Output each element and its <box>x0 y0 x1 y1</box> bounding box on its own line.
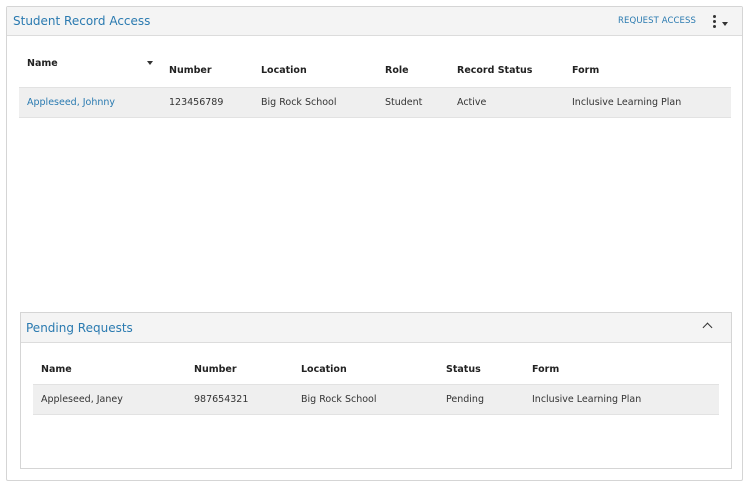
table-row: Appleseed, Janey 987654321 Big Rock Scho… <box>33 384 719 415</box>
pending-requests-title: Pending Requests <box>26 321 133 335</box>
request-form: Inclusive Learning Plan <box>524 384 719 415</box>
student-number: 123456789 <box>161 87 253 118</box>
table-row: Appleseed, Johnny 123456789 Big Rock Sch… <box>19 87 731 118</box>
record-status: Active <box>449 87 564 118</box>
chevron-up-icon[interactable] <box>702 322 713 333</box>
column-header-status[interactable]: Status <box>438 355 524 385</box>
request-name: Appleseed, Janey <box>33 384 186 415</box>
kebab-dot-icon <box>713 25 716 28</box>
column-header-name[interactable]: Name <box>19 50 161 88</box>
column-header-record-status[interactable]: Record Status <box>449 50 564 88</box>
column-header-form[interactable]: Form <box>564 50 731 88</box>
request-number: 987654321 <box>186 384 293 415</box>
panel-title: Student Record Access <box>13 14 151 28</box>
request-location: Big Rock School <box>293 384 438 415</box>
column-header-location[interactable]: Location <box>253 50 377 88</box>
student-role: Student <box>377 87 449 118</box>
table-header-row: Name Number Location Role Record Status … <box>19 50 731 88</box>
kebab-dot-icon <box>713 20 716 23</box>
chevron-down-icon <box>722 22 728 26</box>
pending-requests-table: Name Number Location Status Form Applese… <box>33 355 719 415</box>
pending-requests-panel: Pending Requests Name Number Location St… <box>20 312 732 469</box>
column-header-name[interactable]: Name <box>33 355 186 385</box>
more-options-button[interactable] <box>710 14 732 30</box>
kebab-dot-icon <box>713 15 716 18</box>
panel-header: Student Record Access REQUEST ACCESS <box>7 7 742 36</box>
column-header-label: Name <box>27 58 58 69</box>
student-name-link[interactable]: Appleseed, Johnny <box>27 97 115 108</box>
column-header-form[interactable]: Form <box>524 355 719 385</box>
student-location: Big Rock School <box>253 87 377 118</box>
sort-down-icon[interactable] <box>147 61 153 65</box>
request-access-button[interactable]: REQUEST ACCESS <box>618 16 696 26</box>
request-status: Pending <box>438 384 524 415</box>
column-header-number[interactable]: Number <box>186 355 293 385</box>
column-header-number[interactable]: Number <box>161 50 253 88</box>
records-table: Name Number Location Role Record Status … <box>19 50 731 118</box>
record-form: Inclusive Learning Plan <box>564 87 731 118</box>
column-header-role[interactable]: Role <box>377 50 449 88</box>
table-header-row: Name Number Location Status Form <box>33 355 719 385</box>
pending-requests-header: Pending Requests <box>21 313 731 343</box>
column-header-location[interactable]: Location <box>293 355 438 385</box>
student-record-access-panel: Student Record Access REQUEST ACCESS Nam… <box>6 6 743 481</box>
